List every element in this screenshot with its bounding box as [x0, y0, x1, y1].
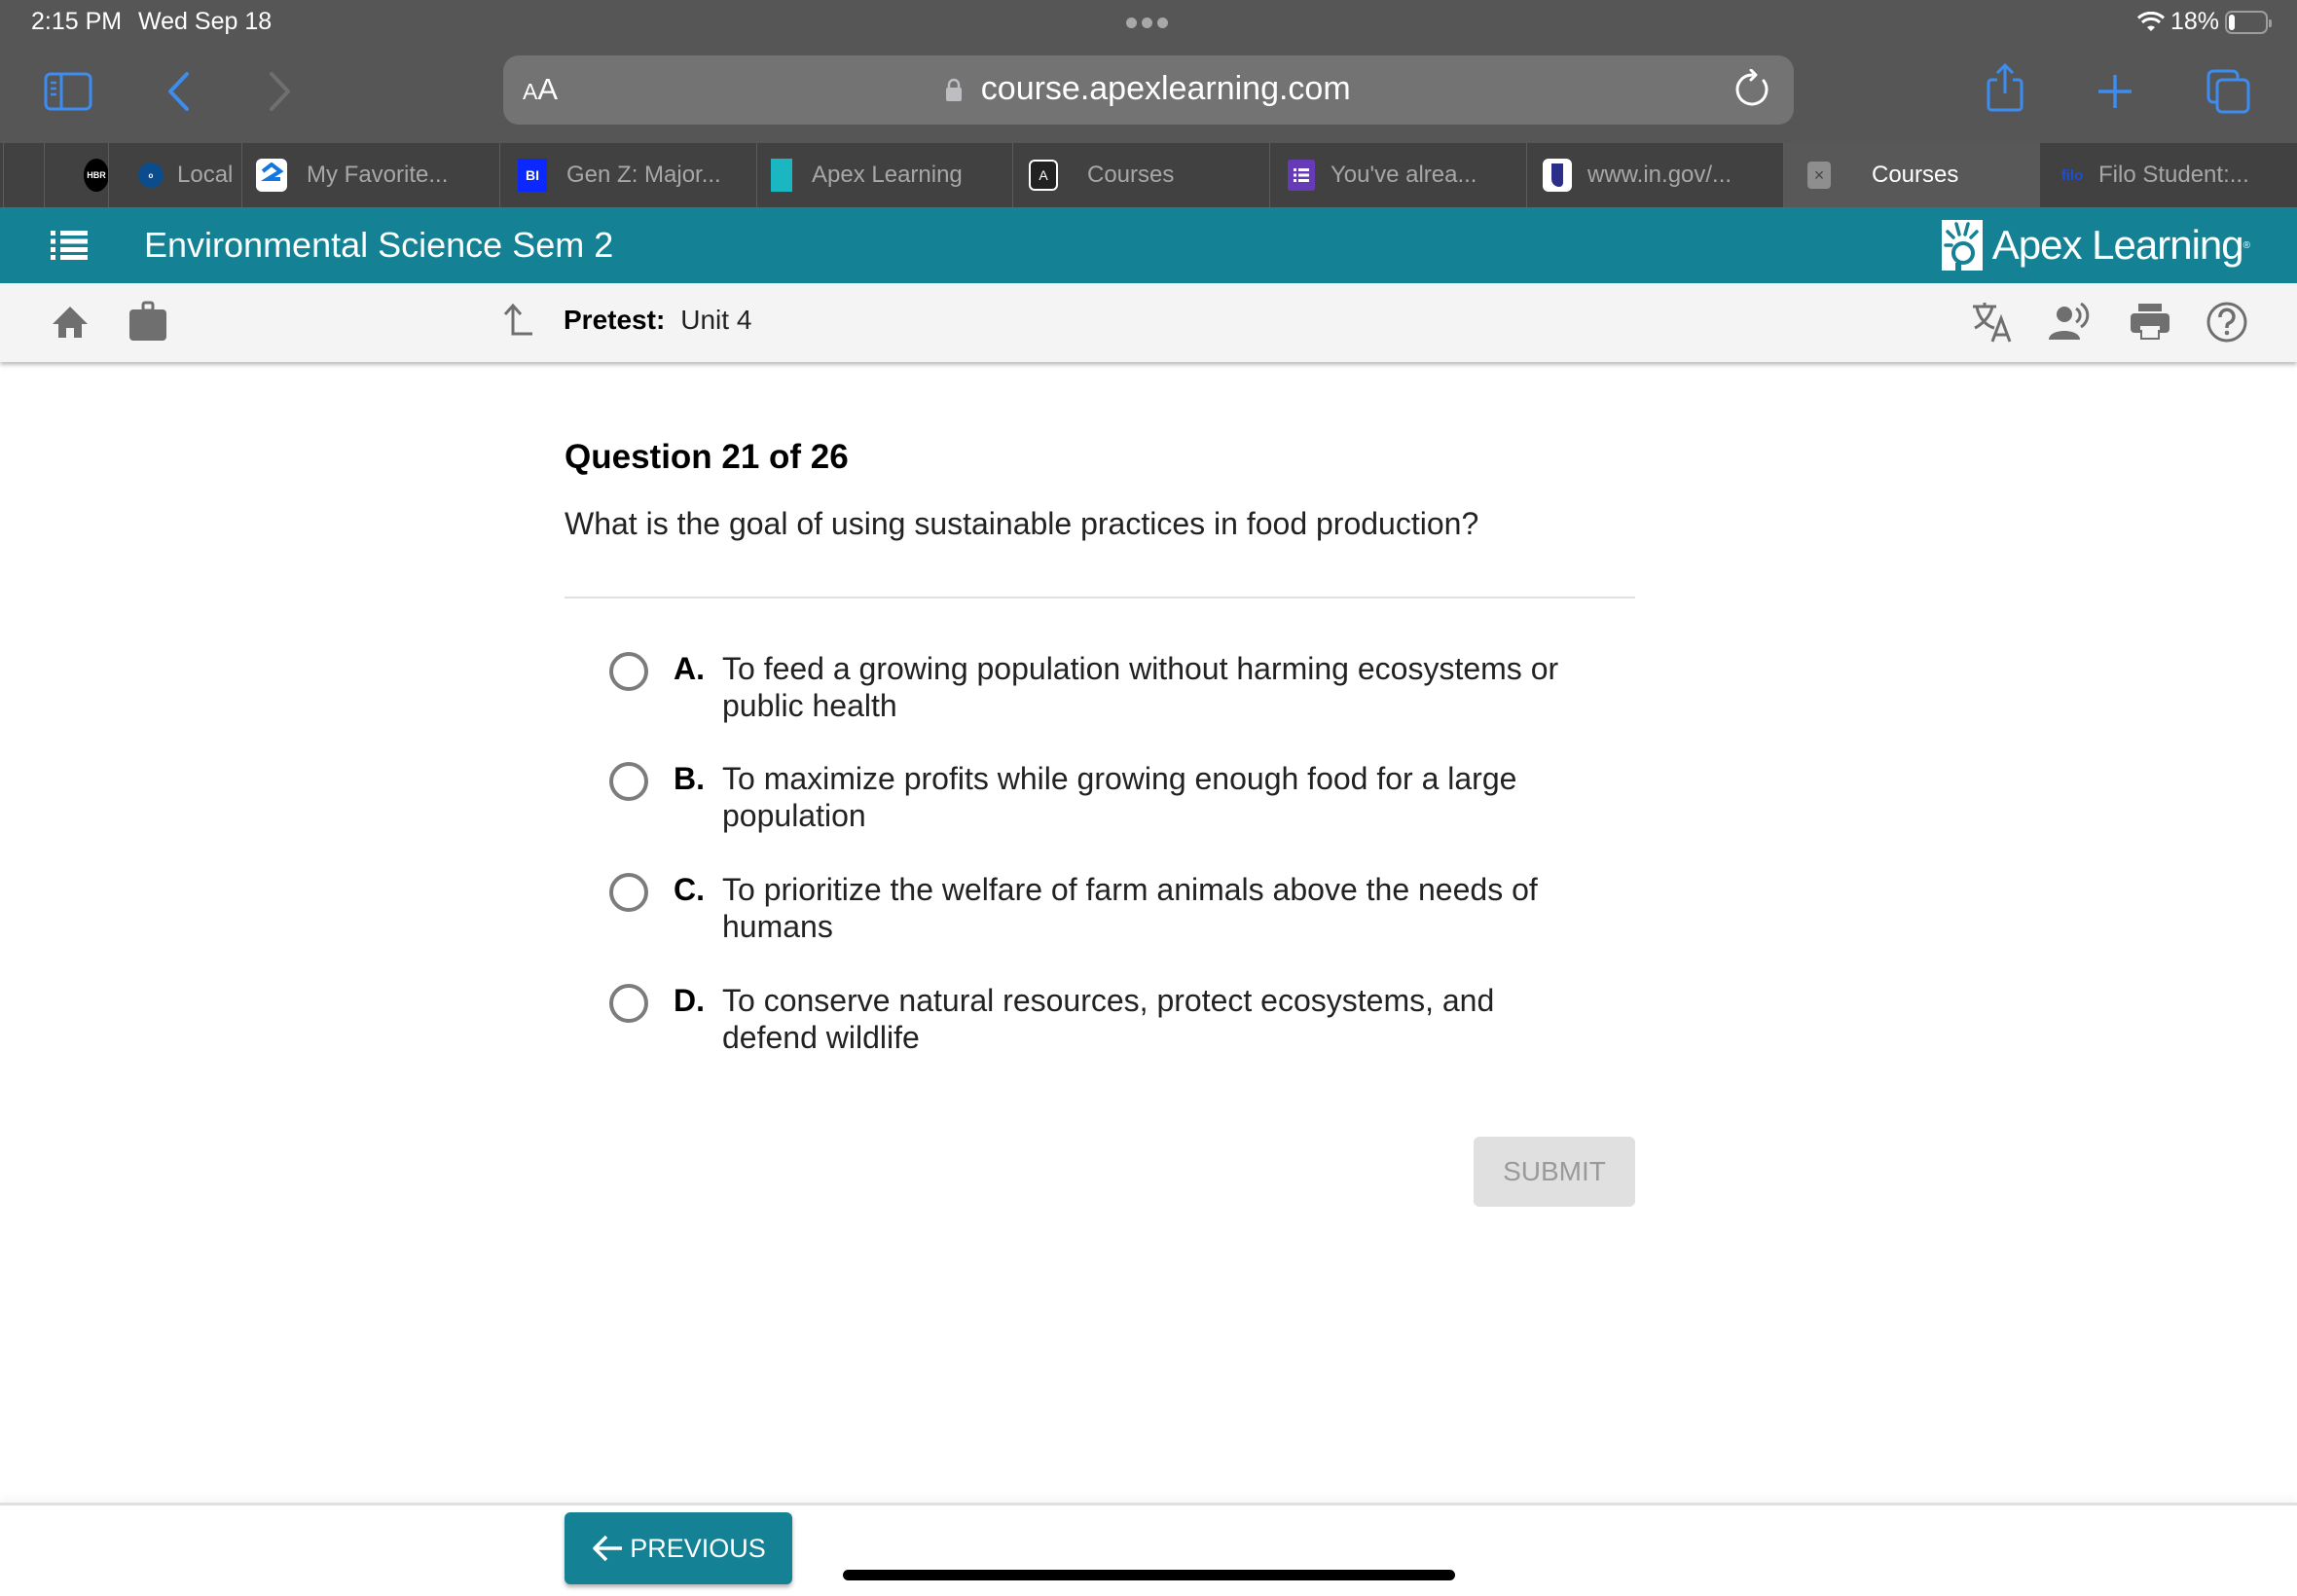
zillow-favicon-icon: [256, 159, 287, 192]
sidebar-icon[interactable]: [41, 64, 95, 119]
submit-button[interactable]: SUBMIT: [1474, 1137, 1635, 1207]
apex-favicon-icon: [771, 159, 792, 192]
new-tab-icon[interactable]: [2088, 64, 2142, 119]
tab-label: Local: [177, 162, 234, 188]
bi-favicon-icon: BI: [518, 159, 547, 192]
translate-icon[interactable]: [1971, 301, 2014, 344]
question-panel: Question 21 of 26 What is the goal of us…: [565, 438, 1635, 542]
option-text: To maximize profits while growing enough…: [722, 761, 1517, 833]
tab-label: Apex Learning: [812, 162, 963, 188]
previous-button[interactable]: PREVIOUS: [565, 1512, 792, 1584]
filo-favicon-icon: filo: [2060, 166, 2084, 184]
option-letter: D.: [674, 983, 705, 1018]
apex-lightbulb-icon: [1941, 220, 1983, 271]
menu-list-icon[interactable]: [51, 231, 88, 260]
answer-option-c[interactable]: C. To prioritize the welfare of farm ani…: [609, 871, 1641, 945]
registered-mark: ®: [2242, 239, 2250, 251]
brand-name: Apex Learning: [1991, 222, 2244, 268]
a-favicon-icon: A: [1029, 160, 1058, 191]
breadcrumb-label: Pretest:: [564, 305, 666, 335]
briefcase-icon[interactable]: [127, 301, 169, 344]
tab-label: Filo Student:...: [2098, 162, 2249, 188]
status-indicators: 18%: [2136, 8, 2272, 36]
arrow-left-icon: [593, 1535, 623, 1562]
browser-tab-strip: HBR o Local My Favorite... BI Gen Z: Maj…: [0, 143, 2297, 207]
radio-button[interactable]: [609, 652, 648, 691]
tab-hbr[interactable]: HBR: [44, 143, 108, 207]
answer-option-a[interactable]: A. To feed a growing population without …: [609, 650, 1641, 724]
google-forms-favicon-icon: [1288, 160, 1315, 191]
tab-apex-learning[interactable]: Apex Learning: [756, 143, 1012, 207]
course-title: Environmental Science Sem 2: [144, 225, 614, 265]
tab-in-gov[interactable]: www.in.gov/...: [1526, 143, 1783, 207]
divider: [565, 597, 1635, 598]
url-text[interactable]: course.apexlearning.com: [981, 70, 1351, 107]
up-level-icon[interactable]: [499, 303, 534, 338]
answer-option-b[interactable]: B. To maximize profits while growing eno…: [609, 760, 1641, 834]
option-letter: A.: [674, 651, 705, 686]
tab-gen-z[interactable]: BI Gen Z: Major...: [499, 143, 756, 207]
tab-label: Courses: [1872, 162, 1959, 188]
close-tab-icon[interactable]: ×: [1807, 162, 1831, 189]
wifi-icon: [2136, 11, 2165, 31]
breadcrumb: Pretest: Unit 4: [499, 303, 751, 338]
battery-fill: [2229, 14, 2236, 30]
home-indicator[interactable]: [843, 1570, 1455, 1580]
indiana-favicon-icon: [1543, 159, 1572, 192]
tab-courses[interactable]: A Courses: [1012, 143, 1269, 207]
option-text: To feed a growing population without har…: [722, 651, 1559, 723]
question-prompt: What is the goal of using sustainable pr…: [565, 506, 1479, 541]
tab-label: Gen Z: Major...: [566, 162, 721, 188]
option-letter: B.: [674, 761, 705, 796]
multitasking-dots-icon[interactable]: [1126, 18, 1168, 28]
answer-option-d[interactable]: D. To conserve natural resources, protec…: [609, 982, 1641, 1056]
tab-courses-active[interactable]: × Courses: [1783, 143, 2040, 207]
tab-local[interactable]: o Local: [108, 143, 241, 207]
onet-favicon-icon: o: [138, 163, 164, 188]
status-time: 2:15 PM: [31, 8, 123, 35]
tab-filo[interactable]: filo Filo Student:...: [2040, 143, 2297, 207]
address-bar[interactable]: AA course.apexlearning.com: [503, 55, 1794, 125]
radio-button[interactable]: [609, 984, 648, 1023]
hbr-favicon-icon: HBR: [84, 159, 108, 192]
battery-icon: [2225, 10, 2272, 34]
tab-blank[interactable]: [3, 143, 44, 207]
tab-label: My Favorite...: [307, 162, 449, 188]
reload-icon[interactable]: [1732, 69, 1772, 110]
read-aloud-icon[interactable]: [2047, 301, 2090, 344]
tab-youve-already[interactable]: You've alrea...: [1269, 143, 1526, 207]
question-number: Question 21 of 26: [565, 438, 849, 476]
tabs-icon[interactable]: [2202, 64, 2256, 119]
apex-learning-logo[interactable]: Apex Learning ®: [1941, 220, 2250, 271]
forward-icon[interactable]: [253, 64, 308, 119]
option-text: To conserve natural resources, protect e…: [722, 983, 1495, 1055]
battery-percent: 18%: [2169, 8, 2219, 35]
status-date: Wed Sep 18: [138, 8, 273, 35]
option-letter: C.: [674, 872, 705, 907]
tab-label: You've alrea...: [1331, 162, 1477, 188]
radio-button[interactable]: [609, 873, 648, 912]
share-icon[interactable]: [1978, 60, 2032, 115]
tab-my-favorite[interactable]: My Favorite...: [241, 143, 499, 207]
course-header: Environmental Science Sem 2 Apex Learnin…: [0, 207, 2297, 283]
previous-label: PREVIOUS: [630, 1533, 766, 1563]
print-icon[interactable]: [2129, 301, 2171, 344]
option-text: To prioritize the welfare of farm animal…: [722, 872, 1538, 944]
home-icon[interactable]: [49, 301, 91, 344]
lesson-toolbar: Pretest: Unit 4: [0, 283, 2297, 362]
tab-label: www.in.gov/...: [1587, 162, 1732, 188]
back-icon[interactable]: [151, 64, 205, 119]
tab-label: Courses: [1087, 162, 1175, 188]
lock-icon: [946, 78, 963, 101]
help-icon[interactable]: [2206, 301, 2248, 344]
radio-button[interactable]: [609, 762, 648, 801]
footer-bar: [0, 1503, 2297, 1596]
breadcrumb-value: Unit 4: [680, 305, 752, 335]
